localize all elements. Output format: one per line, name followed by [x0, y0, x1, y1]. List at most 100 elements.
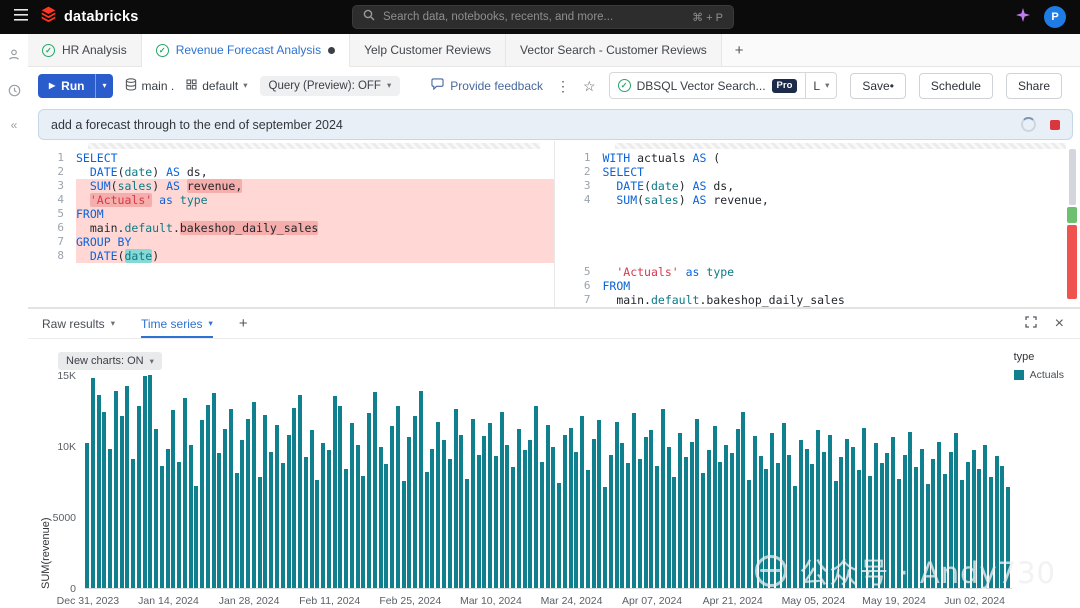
chevron-down-icon: ▾: [149, 355, 154, 366]
share-button[interactable]: Share: [1005, 72, 1062, 99]
toolbar-right-actions: Provide feedback ⋮ ☆ ✓ DBSQL Vector Sear…: [431, 72, 1070, 99]
chart-bar: [136, 406, 141, 588]
code-line: 7 main.default.bakeshop_daily_sales: [555, 293, 1080, 307]
chart-plot: [85, 375, 1012, 589]
new-charts-toggle[interactable]: New charts: ON ▾: [58, 352, 162, 370]
chart-bar: [758, 456, 763, 588]
save-button[interactable]: Save•: [850, 72, 906, 99]
prompt-text: add a forecast through to the end of sep…: [51, 117, 343, 132]
user-avatar[interactable]: P: [1044, 6, 1066, 28]
add-visualization-button[interactable]: +: [239, 315, 248, 332]
close-results-icon[interactable]: ×: [1055, 315, 1064, 332]
chart-bar: [994, 456, 999, 588]
history-icon[interactable]: [8, 84, 21, 102]
catalog-selector[interactable]: main .: [125, 77, 175, 94]
results-tab-raw[interactable]: Raw results ▾: [42, 309, 115, 338]
search-input[interactable]: [383, 11, 685, 23]
warehouse-selector[interactable]: ✓ DBSQL Vector Search... Pro L ▾: [608, 72, 838, 99]
chart-bar: [159, 466, 164, 588]
chart-bar: [954, 433, 959, 588]
warehouse-size-dropdown[interactable]: L ▾: [805, 73, 836, 98]
results-tab-time-series[interactable]: Time series ▾: [140, 309, 213, 338]
chart-bar: [263, 415, 268, 588]
tab-vector-search-customer-reviews[interactable]: Vector Search - Customer Reviews: [506, 34, 722, 66]
chart-bar: [505, 445, 510, 588]
chart-bar: [775, 463, 780, 588]
query-preview-toggle[interactable]: Query (Preview): OFF ▾: [259, 75, 401, 96]
chart-bar: [298, 395, 303, 588]
chart-bar: [372, 392, 377, 588]
chart-bar: [701, 473, 706, 588]
chart-bar: [770, 433, 775, 588]
chart-bar: [459, 435, 464, 588]
line-number: 7: [57, 235, 64, 248]
chart-bar: [228, 409, 233, 588]
chart-bar: [384, 464, 389, 588]
databricks-logo: databricks: [40, 6, 139, 28]
editor-pane-right-lines: 1 WITH actuals AS (2 SELECT 3 DATE(date) AS…: [555, 151, 1080, 307]
chart-bar: [937, 442, 942, 588]
x-axis-tick-label: Mar 24, 2024: [540, 595, 603, 607]
legend-swatch: [1013, 370, 1024, 380]
chart-bar: [85, 443, 89, 588]
provide-feedback-link[interactable]: Provide feedback: [431, 78, 543, 93]
x-axis-tick-label: Feb 11, 2024: [299, 595, 361, 607]
scrollbar-thumb[interactable]: [1068, 149, 1076, 205]
chart-bar: [580, 416, 585, 588]
chart-bar: [816, 430, 821, 588]
user-nav-icon[interactable]: [7, 48, 21, 67]
new-tab-button[interactable]: +: [722, 34, 757, 66]
hamburger-menu-icon[interactable]: [14, 8, 28, 26]
sql-editor-diff[interactable]: 1 SELECT 2 DATE(date) AS ds, 3 SUM(sales) A…: [28, 141, 1080, 308]
tab-revenue-forecast-analysis[interactable]: ✓ Revenue Forecast Analysis: [141, 34, 351, 67]
schedule-button[interactable]: Schedule: [918, 72, 993, 99]
diff-removed-marker: [1067, 225, 1077, 299]
chevron-down-icon: ▾: [110, 318, 115, 328]
expand-fullscreen-icon[interactable]: [1025, 315, 1037, 333]
x-axis-tick-label: May 05, 2024: [781, 595, 846, 607]
run-options-dropdown[interactable]: ▾: [95, 73, 113, 98]
diff-minimap-scrollbar[interactable]: [1067, 149, 1077, 299]
collapse-panel-icon[interactable]: «: [11, 119, 18, 131]
chart-bar: [1006, 487, 1011, 588]
legend-item[interactable]: Actuals: [1013, 369, 1064, 381]
diff-pane-modified: 1 WITH actuals AS (2 SELECT 3 DATE(date) AS…: [553, 141, 1080, 307]
schema-selector[interactable]: default ▾: [186, 78, 248, 93]
catalog-name: main .: [141, 78, 175, 93]
chart-bar: [597, 420, 602, 588]
tab-hr-analysis[interactable]: ✓ HR Analysis: [28, 34, 142, 66]
line-number: 6: [583, 279, 591, 292]
assistant-sparkle-icon[interactable]: [1016, 7, 1030, 27]
tab-yelp-customer-reviews[interactable]: Yelp Customer Reviews: [350, 34, 507, 66]
favorite-star-icon[interactable]: ☆: [583, 79, 596, 93]
chevron-down-icon: ▾: [208, 318, 213, 328]
tab-saved-check-icon: ✓: [42, 43, 55, 57]
chart-bar: [470, 419, 475, 588]
chart-bar: [862, 428, 867, 588]
chart-bar: [407, 437, 412, 588]
chart-bar: [637, 459, 642, 588]
chart-bar: [424, 472, 429, 588]
chart-bar: [833, 481, 838, 588]
chart-bar: [401, 481, 406, 588]
line-number: 2: [583, 165, 591, 178]
chart-bar: [614, 422, 619, 588]
editor-pane-left-lines: 1 SELECT 2 DATE(date) AS ds, 3 SUM(sales) A…: [28, 151, 554, 263]
run-split-button: ▶ Run ▾: [38, 73, 113, 98]
global-search[interactable]: ⌘ + P: [352, 5, 734, 29]
stop-generation-button[interactable]: [1050, 119, 1060, 130]
code-line: 7 GROUP BY: [28, 235, 554, 249]
chart-bar: [896, 479, 901, 588]
chart-bar: [562, 435, 567, 588]
chart-bar: [591, 439, 596, 588]
top-bar: databricks ⌘ + P P: [0, 0, 1080, 34]
chart-bar: [211, 393, 216, 588]
left-nav-rail: «: [0, 34, 28, 608]
assistant-prompt-bar[interactable]: add a forecast through to the end of sep…: [38, 109, 1073, 140]
run-button[interactable]: ▶ Run: [38, 73, 96, 98]
schema-name: default: [202, 78, 239, 93]
chart-bar: [971, 450, 976, 588]
line-number: 4: [583, 193, 591, 206]
chart-bar: [672, 477, 677, 588]
kebab-menu-icon[interactable]: ⋮: [556, 79, 570, 93]
